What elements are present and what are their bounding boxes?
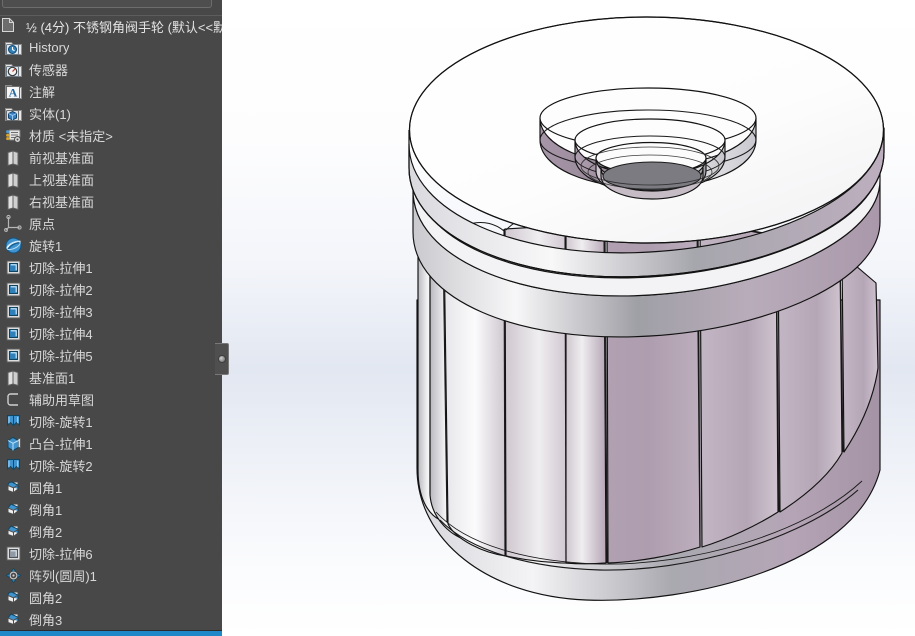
revolved-cut-icon: [4, 456, 23, 475]
tree-row-solid-bodies[interactable]: 实体(1): [0, 102, 222, 124]
tree-row-history[interactable]: History: [0, 36, 222, 58]
plane-icon: [4, 368, 23, 387]
plane-icon: [4, 148, 23, 167]
application-window: ½ (4分) 不锈钢角阀手轮 (默认<<默认 History 传感器 A 注解 …: [0, 0, 915, 636]
tree-item-label: 上视基准面: [29, 172, 95, 188]
tree-item-label: 注解: [29, 84, 56, 100]
feature-tree[interactable]: ½ (4分) 不锈钢角阀手轮 (默认<<默认 History 传感器 A 注解 …: [0, 16, 222, 630]
tree-row-annotations[interactable]: A 注解: [0, 80, 222, 102]
tree-item-label: 圆角2: [29, 590, 63, 606]
annotations-folder-icon: A: [4, 82, 23, 101]
splitter-grip-dot[interactable]: [218, 355, 226, 363]
extruded-cut-icon: [4, 258, 23, 277]
feature-manager-panel[interactable]: ½ (4分) 不锈钢角阀手轮 (默认<<默认 History 传感器 A 注解 …: [0, 0, 222, 636]
tree-item-label: 前视基准面: [29, 150, 95, 166]
tree-row-root[interactable]: ½ (4分) 不锈钢角阀手轮 (默认<<默认: [0, 16, 222, 36]
tree-row-extruded-cut-2[interactable]: 切除-拉伸2: [0, 278, 222, 300]
part-document-icon: [1, 17, 20, 36]
extruded-boss-icon: [4, 434, 23, 453]
tree-row-extruded-cut-6[interactable]: 切除-拉伸6: [0, 542, 222, 564]
tree-row-plane-1[interactable]: 基准面1: [0, 366, 222, 388]
tree-item-label: 材质 <未指定>: [29, 128, 113, 144]
tree-item-label: 切除-拉伸2: [29, 282, 93, 298]
tree-item-label: 切除-拉伸3: [29, 304, 93, 320]
panel-splitter-handle[interactable]: [215, 343, 229, 375]
panel-bottom-edge: [0, 630, 222, 631]
tree-item-label: 切除-拉伸6: [29, 546, 93, 562]
root-label: ½ (4分) 不锈钢角阀手轮 (默认<<默认: [26, 19, 222, 35]
chamfer-icon: [4, 500, 23, 519]
tree-item-label: 凸台-拉伸1: [29, 436, 93, 452]
tree-item-label: 倒角2: [29, 524, 63, 540]
revolved-cut-icon: [4, 412, 23, 431]
tree-item-label: 切除-拉伸4: [29, 326, 93, 342]
tree-row-material[interactable]: 材质 <未指定>: [0, 124, 222, 146]
tree-row-origin[interactable]: 原点: [0, 212, 222, 234]
tree-row-revolved-cut-1[interactable]: 切除-旋转1: [0, 410, 222, 432]
tree-row-revolved-cut-2[interactable]: 切除-旋转2: [0, 454, 222, 476]
sketch-icon: [4, 390, 23, 409]
tree-item-label: 倒角1: [29, 502, 63, 518]
tree-row-chamfer-3[interactable]: 倒角3: [0, 608, 222, 630]
tree-item-label: 圆角1: [29, 480, 63, 496]
tree-row-revolve-1[interactable]: 旋转1: [0, 234, 222, 256]
tree-row-front-plane[interactable]: 前视基准面: [0, 146, 222, 168]
tree-item-label: 基准面1: [29, 370, 76, 386]
tree-row-extruded-cut-5[interactable]: 切除-拉伸5: [0, 344, 222, 366]
extruded-cut-icon: [4, 324, 23, 343]
sensor-folder-icon: [4, 60, 23, 79]
history-folder-icon: [4, 38, 23, 57]
material-icon: [4, 126, 23, 145]
tree-item-label: 旋转1: [29, 238, 63, 254]
tree-item-label: History: [29, 39, 70, 55]
panel-bottom-accent-bar: [0, 630, 222, 636]
tree-row-extruded-cut-3[interactable]: 切除-拉伸3: [0, 300, 222, 322]
tree-item-label: 切除-拉伸5: [29, 348, 93, 364]
tree-row-extruded-cut-1[interactable]: 切除-拉伸1: [0, 256, 222, 278]
extruded-cut-icon: [4, 280, 23, 299]
revolve-icon: [4, 236, 23, 255]
tree-row-top-plane[interactable]: 上视基准面: [0, 168, 222, 190]
tree-item-label: 传感器: [29, 62, 69, 78]
tree-item-label: 阵列(圆周)1: [29, 568, 97, 584]
tree-item-label: 辅助用草图: [29, 392, 95, 408]
plane-icon: [4, 192, 23, 211]
tree-row-extruded-cut-4[interactable]: 切除-拉伸4: [0, 322, 222, 344]
chamfer-icon: [4, 522, 23, 541]
tree-row-fillet-1[interactable]: 圆角1: [0, 476, 222, 498]
tree-row-right-plane[interactable]: 右视基准面: [0, 190, 222, 212]
tree-row-circular-pattern-1[interactable]: 阵列(圆周)1: [0, 564, 222, 586]
tree-row-chamfer-1[interactable]: 倒角1: [0, 498, 222, 520]
fillet-icon: [4, 478, 23, 497]
tree-item-label: 切除-拉伸1: [29, 260, 93, 276]
tree-row-sketch[interactable]: 辅助用草图: [0, 388, 222, 410]
fillet-icon: [4, 588, 23, 607]
chamfer-icon: [4, 610, 23, 629]
svg-text:A: A: [9, 85, 18, 99]
circular-pattern-icon: [4, 566, 23, 585]
extruded-cut-icon: [4, 346, 23, 365]
tree-row-extruded-boss-1[interactable]: 凸台-拉伸1: [0, 432, 222, 454]
solid-bodies-folder-icon: [4, 104, 23, 123]
tree-item-label: 实体(1): [29, 106, 71, 122]
tree-row-sensors[interactable]: 传感器: [0, 58, 222, 80]
tree-item-label: 切除-旋转2: [29, 458, 93, 474]
extruded-cut-icon: [4, 544, 23, 563]
tree-row-fillet-2[interactable]: 圆角2: [0, 586, 222, 608]
panel-top-bar: [0, 0, 222, 16]
tree-item-label: 原点: [29, 216, 56, 232]
origin-icon: [4, 214, 23, 233]
tree-row-chamfer-2[interactable]: 倒角2: [0, 520, 222, 542]
panel-tab-nub[interactable]: [2, 0, 212, 8]
tree-item-label: 右视基准面: [29, 194, 95, 210]
tree-item-label: 切除-旋转1: [29, 414, 93, 430]
tree-item-label: 倒角3: [29, 612, 63, 628]
plane-icon: [4, 170, 23, 189]
extruded-cut-icon: [4, 302, 23, 321]
